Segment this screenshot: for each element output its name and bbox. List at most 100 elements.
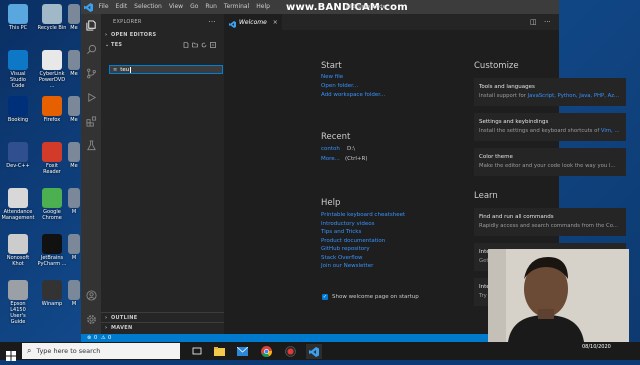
- desktop-shortcut-label: Me: [70, 25, 78, 31]
- desktop-shortcut[interactable]: M: [68, 280, 80, 307]
- desktop-shortcut[interactable]: Recycle Bin: [37, 4, 67, 31]
- desktop-shortcut[interactable]: Foxit Reader: [37, 142, 67, 175]
- collapse-all-icon[interactable]: [210, 42, 216, 48]
- epson-icon: [8, 280, 28, 300]
- desktop-shortcut-label: M: [71, 209, 77, 215]
- help-link[interactable]: Stack Overflow: [321, 255, 363, 261]
- show-welcome-checkbox[interactable]: ✓: [322, 294, 328, 300]
- new-file-icon[interactable]: [183, 42, 189, 48]
- refresh-icon[interactable]: [201, 42, 207, 48]
- desktop-shortcut[interactable]: Attendance Management: [2, 188, 34, 221]
- split-editor-icon[interactable]: ◫: [530, 18, 537, 26]
- card-description-links[interactable]: JavaScript, Python, Java, PHP, Az...: [528, 93, 619, 99]
- pc-icon: [8, 4, 28, 24]
- booking-icon: [8, 96, 28, 116]
- menu-selection[interactable]: Selection: [131, 0, 166, 14]
- welcome-card[interactable]: Settings and keybindings Install the sett…: [474, 113, 626, 141]
- menu-help[interactable]: Help: [253, 0, 274, 14]
- menu-run[interactable]: Run: [202, 0, 221, 14]
- new-file-name-input[interactable]: ≡ teu: [109, 65, 223, 74]
- card-description-text: Rapidly access and search commands from …: [479, 223, 618, 229]
- desktop-shortcut[interactable]: Nonosoft Khot: [3, 234, 33, 267]
- extensions-icon[interactable]: [84, 114, 98, 128]
- help-link[interactable]: Tips and Tricks: [321, 229, 361, 235]
- source-control-icon[interactable]: [84, 66, 98, 80]
- explorer-icon[interactable]: [84, 18, 98, 32]
- search-icon[interactable]: [84, 42, 98, 56]
- menu-file[interactable]: File: [95, 0, 112, 14]
- outline-label: OUTLINE: [111, 315, 138, 321]
- card-description-text: Install the settings and keyboard shortc…: [479, 128, 601, 134]
- warnings-count[interactable]: 0: [108, 334, 111, 342]
- desktop-shortcut[interactable]: This PC: [3, 4, 33, 31]
- help-link[interactable]: Introductory videos: [321, 221, 374, 227]
- devcpp-icon: [8, 142, 28, 162]
- tab-welcome[interactable]: Welcome ×: [224, 14, 282, 30]
- desktop-shortcut-label: Me: [70, 117, 78, 123]
- desktop-shortcut[interactable]: Me: [68, 142, 80, 169]
- desktop-shortcut[interactable]: Google Chrome: [37, 188, 67, 221]
- taskbar-search-input[interactable]: ⌕ Type here to search: [22, 343, 180, 359]
- desktop-shortcut[interactable]: JetBrains PyCharm ...: [37, 234, 67, 267]
- recent-item-link[interactable]: contoh: [321, 146, 340, 152]
- new-folder-icon[interactable]: [192, 42, 198, 48]
- welcome-card[interactable]: Tools and languages Install support for J…: [474, 78, 626, 106]
- task-view-icon[interactable]: [191, 345, 203, 357]
- desktop-shortcut[interactable]: Dev-C++: [3, 142, 33, 169]
- errors-icon[interactable]: ⊗: [87, 334, 91, 342]
- vscode-taskbar-icon[interactable]: [306, 344, 322, 359]
- desktop-shortcut[interactable]: Epson L4150 User's Guide: [3, 280, 33, 325]
- help-link[interactable]: Join our Newsletter: [321, 263, 373, 269]
- vscode-icon: [8, 50, 28, 70]
- chrome-icon: [42, 188, 62, 208]
- more-recent-link[interactable]: More...: [321, 156, 340, 162]
- desktop-shortcut-label: JetBrains PyCharm ...: [37, 255, 67, 267]
- desktop-shortcut[interactable]: M: [68, 234, 80, 261]
- recent-heading: Recent: [321, 132, 351, 142]
- manage-gear-icon[interactable]: [84, 312, 98, 326]
- clock[interactable]: 08/10/2020: [582, 344, 611, 350]
- desktop-shortcut[interactable]: Winamp: [37, 280, 67, 307]
- more-actions-icon[interactable]: ···: [544, 18, 551, 26]
- run-debug-icon[interactable]: [84, 90, 98, 104]
- menu-edit[interactable]: Edit: [112, 0, 131, 14]
- recycle-bin-icon: [42, 4, 62, 24]
- open-editors-section[interactable]: › OPEN EDITORS: [101, 30, 224, 40]
- errors-count[interactable]: 0: [94, 334, 97, 342]
- desktop-shortcut[interactable]: Firefox: [37, 96, 67, 123]
- open-folder-link[interactable]: Open folder...: [321, 83, 358, 89]
- windows-start-icon[interactable]: [6, 346, 16, 361]
- desktop-shortcut[interactable]: M: [68, 188, 80, 215]
- menu-terminal[interactable]: Terminal: [220, 0, 252, 14]
- desktop-shortcut-label: Epson L4150 User's Guide: [10, 301, 26, 325]
- desktop-shortcut[interactable]: Me: [68, 4, 80, 31]
- chrome-taskbar-icon[interactable]: [260, 345, 272, 357]
- outline-section[interactable]: › OUTLINE: [101, 312, 224, 322]
- warnings-icon[interactable]: ⚠: [101, 334, 105, 342]
- firefox-icon: [42, 96, 62, 116]
- help-link[interactable]: GitHub repository: [321, 246, 370, 252]
- card-description-links[interactable]: Vim, ...: [601, 128, 620, 134]
- desktop-shortcut[interactable]: Visual Studio Code: [3, 50, 33, 89]
- account-icon[interactable]: [84, 288, 98, 302]
- add-workspace-folder-link[interactable]: Add workspace folder...: [321, 92, 385, 98]
- welcome-card[interactable]: Find and run all commands Rapidly access …: [474, 208, 626, 236]
- desktop-shortcut[interactable]: Booking: [3, 96, 33, 123]
- close-tab-icon[interactable]: ×: [273, 19, 278, 26]
- desktop-shortcut[interactable]: Me: [68, 96, 80, 123]
- record-icon[interactable]: [284, 345, 296, 357]
- menu-view[interactable]: View: [165, 0, 186, 14]
- desktop-shortcut[interactable]: Me: [68, 50, 80, 77]
- file-explorer-icon[interactable]: [213, 345, 225, 357]
- folder-section[interactable]: ⌄ TES: [101, 40, 224, 50]
- menu-go[interactable]: Go: [187, 0, 202, 14]
- new-file-link[interactable]: New file: [321, 74, 343, 80]
- mail-icon[interactable]: [236, 345, 248, 357]
- help-link[interactable]: Product documentation: [321, 238, 385, 244]
- testing-icon[interactable]: [84, 138, 98, 152]
- welcome-card[interactable]: Color theme Make the editor and your code…: [474, 148, 626, 176]
- maven-section[interactable]: › MAVEN: [101, 322, 224, 332]
- help-link[interactable]: Printable keyboard cheatsheet: [321, 212, 405, 218]
- more-actions-icon[interactable]: ···: [208, 14, 216, 30]
- desktop-shortcut[interactable]: CyberLink PowerDVD ...: [37, 50, 67, 89]
